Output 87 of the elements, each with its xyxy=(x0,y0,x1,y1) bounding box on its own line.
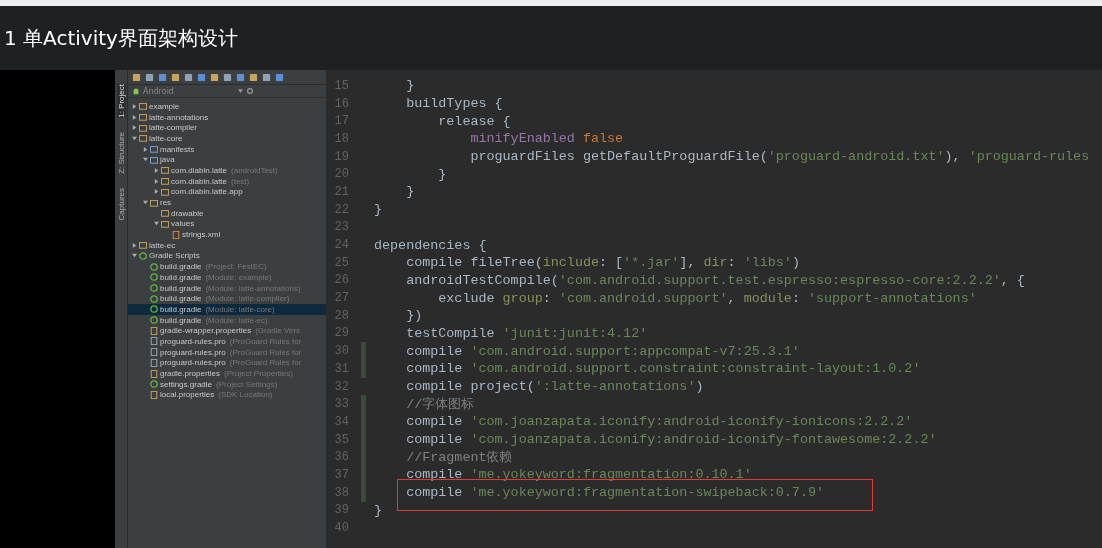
line-number: 30 xyxy=(333,344,349,359)
collapsed-arrow-icon[interactable] xyxy=(143,146,148,152)
code-line: compile 'me.yokeyword:fragmentation:0.10.1' xyxy=(405,467,752,483)
line-number: 15 xyxy=(333,78,349,93)
folder-icon xyxy=(139,241,147,250)
line-number: 20 xyxy=(333,167,349,182)
code-line: testCompile 'junit:junit:4.12' xyxy=(405,325,648,341)
caret-icon[interactable] xyxy=(238,89,243,93)
code-line: compile project(':latte-annotations') xyxy=(405,379,704,395)
code-line: //字体图标 xyxy=(405,396,475,414)
line-number: 36 xyxy=(333,450,349,465)
expanded-arrow-icon[interactable] xyxy=(132,253,137,259)
tree-item[interactable]: com.diabin.latte.app xyxy=(128,186,326,198)
line-number: 25 xyxy=(333,255,349,270)
tree-item[interactable]: latte-ec xyxy=(128,239,326,251)
file-icon xyxy=(172,230,180,239)
gradle-icon xyxy=(150,380,158,389)
collapsed-arrow-icon[interactable] xyxy=(154,178,159,184)
collapsed-arrow-icon[interactable] xyxy=(154,189,159,195)
line-number: 22 xyxy=(333,202,349,217)
tree-item[interactable]: manifests xyxy=(128,143,326,155)
code-line: compile 'com.android.support:appcompat-v7:25.3.1' xyxy=(405,343,800,359)
code-line: } xyxy=(437,166,447,182)
line-number: 24 xyxy=(333,238,349,253)
file-icon xyxy=(150,390,158,399)
line-number: 29 xyxy=(333,326,349,341)
collapsed-arrow-icon[interactable] xyxy=(132,242,137,248)
video-title: 1 单Activity界面架构设计 xyxy=(4,24,238,52)
code-line: } xyxy=(405,184,415,200)
code-line: compile fileTree(include: ['*.jar'], dir: 'libs') xyxy=(405,255,800,271)
tree-item[interactable]: latte-core xyxy=(128,133,326,144)
code-line: } xyxy=(374,202,383,218)
collapsed-arrow-icon[interactable] xyxy=(154,167,159,173)
line-number: 34 xyxy=(333,414,349,429)
tree-item[interactable]: res xyxy=(128,197,326,208)
tree-item[interactable]: values xyxy=(128,218,326,230)
line-number: 16 xyxy=(333,96,349,111)
line-number: 28 xyxy=(333,308,349,323)
tree-item[interactable]: java xyxy=(128,154,326,166)
line-number: 33 xyxy=(333,397,349,412)
tree-item[interactable]: example xyxy=(128,101,326,112)
line-number: 32 xyxy=(333,379,349,394)
line-number: 38 xyxy=(333,485,349,500)
line-number: 37 xyxy=(333,467,349,482)
tree-item[interactable]: build.gradle (Module: latte-core) xyxy=(128,304,326,315)
line-number: 31 xyxy=(333,361,349,376)
expanded-arrow-icon[interactable] xyxy=(154,221,159,227)
code-line: androidTestCompile('com.android.support.test.espresso:espresso-core:2.2.2', { xyxy=(405,272,1025,288)
tool-window-tab[interactable]: Captures xyxy=(116,187,126,221)
collapsed-arrow-icon[interactable] xyxy=(132,114,137,120)
code-line: proguardFiles getDefaultProguardFile('proguard-android.txt'), 'proguard-rules xyxy=(469,149,1090,165)
android-icon xyxy=(132,87,140,95)
code-line: minifyEnabled false xyxy=(469,131,624,147)
expanded-arrow-icon[interactable] xyxy=(143,157,148,163)
line-number: 18 xyxy=(333,131,349,146)
code-line: compile 'com.joanzapata.iconify:android-iconify-fontawesome:2.2.2' xyxy=(405,432,937,448)
line-number: 40 xyxy=(333,521,349,536)
code-line: compile 'me.yokeyword:fragmentation-swipeback:0.7.9' xyxy=(405,485,824,501)
tool-window-tab[interactable]: Z: Structure xyxy=(116,131,126,174)
line-number: 39 xyxy=(333,503,349,518)
tree-item[interactable]: strings.xml xyxy=(128,229,326,240)
code-line: dependencies { xyxy=(374,237,487,253)
code-line: compile 'com.joanzapata.iconify:android-iconify-ionicons:2.2.2' xyxy=(405,414,913,430)
code-line: } xyxy=(405,78,415,94)
tree-item[interactable]: drawable xyxy=(128,207,326,219)
line-number: 23 xyxy=(333,220,349,235)
tree-item[interactable]: latte-compiler xyxy=(128,122,326,134)
code-line: buildTypes { xyxy=(405,96,503,112)
expanded-arrow-icon[interactable] xyxy=(132,135,137,141)
tool-window-tab[interactable]: 1: Project xyxy=(116,84,126,118)
line-number: 26 xyxy=(333,273,349,288)
line-number: 27 xyxy=(333,291,349,306)
tree-item[interactable]: Gradle Scripts xyxy=(128,250,326,262)
line-number: 21 xyxy=(333,184,349,199)
line-number: 17 xyxy=(333,114,349,129)
collapsed-arrow-icon[interactable] xyxy=(132,103,137,109)
tree-item[interactable]: latte-annotations xyxy=(128,111,326,123)
code-line: } xyxy=(374,502,383,518)
expanded-arrow-icon[interactable] xyxy=(143,200,148,206)
code-line: }) xyxy=(405,308,423,324)
line-number: 35 xyxy=(333,432,349,447)
code-line: compile 'com.android.support.constraint:constraint-layout:1.0.2' xyxy=(405,361,921,377)
code-line: //Fragment依赖 xyxy=(405,449,513,467)
collapsed-arrow-icon[interactable] xyxy=(132,125,137,131)
code-line: release { xyxy=(437,113,511,129)
line-number: 19 xyxy=(333,149,349,164)
code-line: exclude group: 'com.android.support', module: 'support-annotations' xyxy=(437,290,977,306)
